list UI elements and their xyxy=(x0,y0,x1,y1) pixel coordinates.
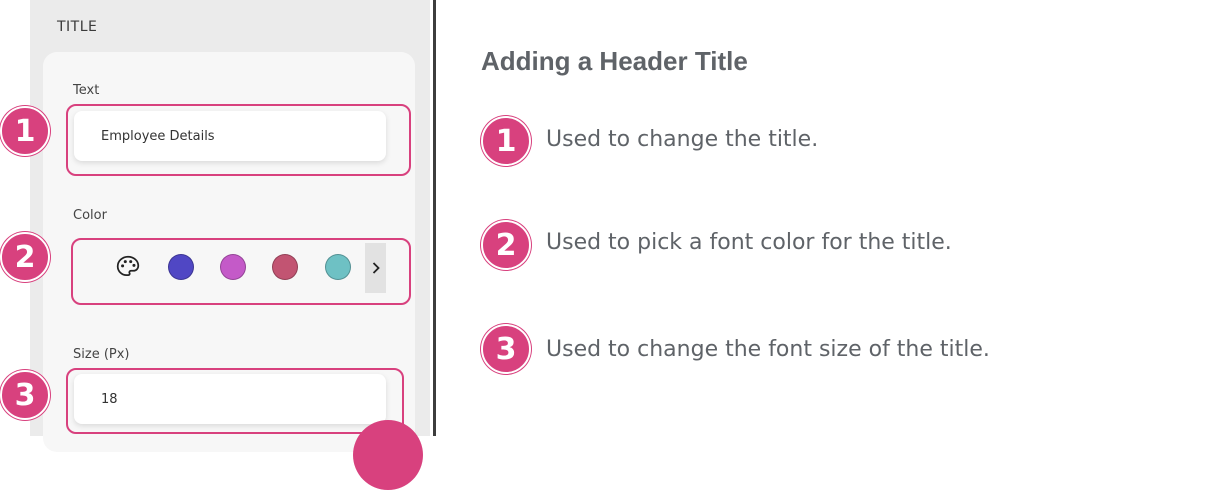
callout-badge-2: 2 xyxy=(481,220,531,270)
vertical-divider xyxy=(433,0,436,436)
callout-badge-3: 3 xyxy=(481,324,531,374)
palette-icon[interactable] xyxy=(115,254,141,280)
callout-text-1: Used to change the title. xyxy=(546,127,819,152)
color-swatch-purple[interactable] xyxy=(220,254,246,280)
color-swatch-blue[interactable] xyxy=(168,254,194,280)
callout-text-3: Used to change the font size of the titl… xyxy=(546,337,990,362)
size-input[interactable]: 18 xyxy=(74,374,386,424)
callouts-heading: Adding a Header Title xyxy=(481,46,748,76)
size-field-label: Size (Px) xyxy=(73,347,130,362)
color-swatch-teal[interactable] xyxy=(325,254,351,280)
panel-fab-button[interactable] xyxy=(353,420,423,490)
callout-badge-3-left: 3 xyxy=(0,370,50,420)
color-field-label: Color xyxy=(73,208,107,223)
callout-text-2: Used to pick a font color for the title. xyxy=(546,230,952,255)
color-swatch-rose[interactable] xyxy=(272,254,298,280)
title-text-input[interactable]: Employee Details xyxy=(74,111,386,161)
callout-badge-2-left: 2 xyxy=(0,232,50,282)
color-next-button[interactable] xyxy=(365,243,386,293)
callout-badge-1-left: 1 xyxy=(0,106,50,156)
callout-badge-1: 1 xyxy=(481,116,531,166)
chevron-right-icon xyxy=(372,262,380,274)
section-title: TITLE xyxy=(57,19,98,35)
text-field-label: Text xyxy=(73,83,100,98)
